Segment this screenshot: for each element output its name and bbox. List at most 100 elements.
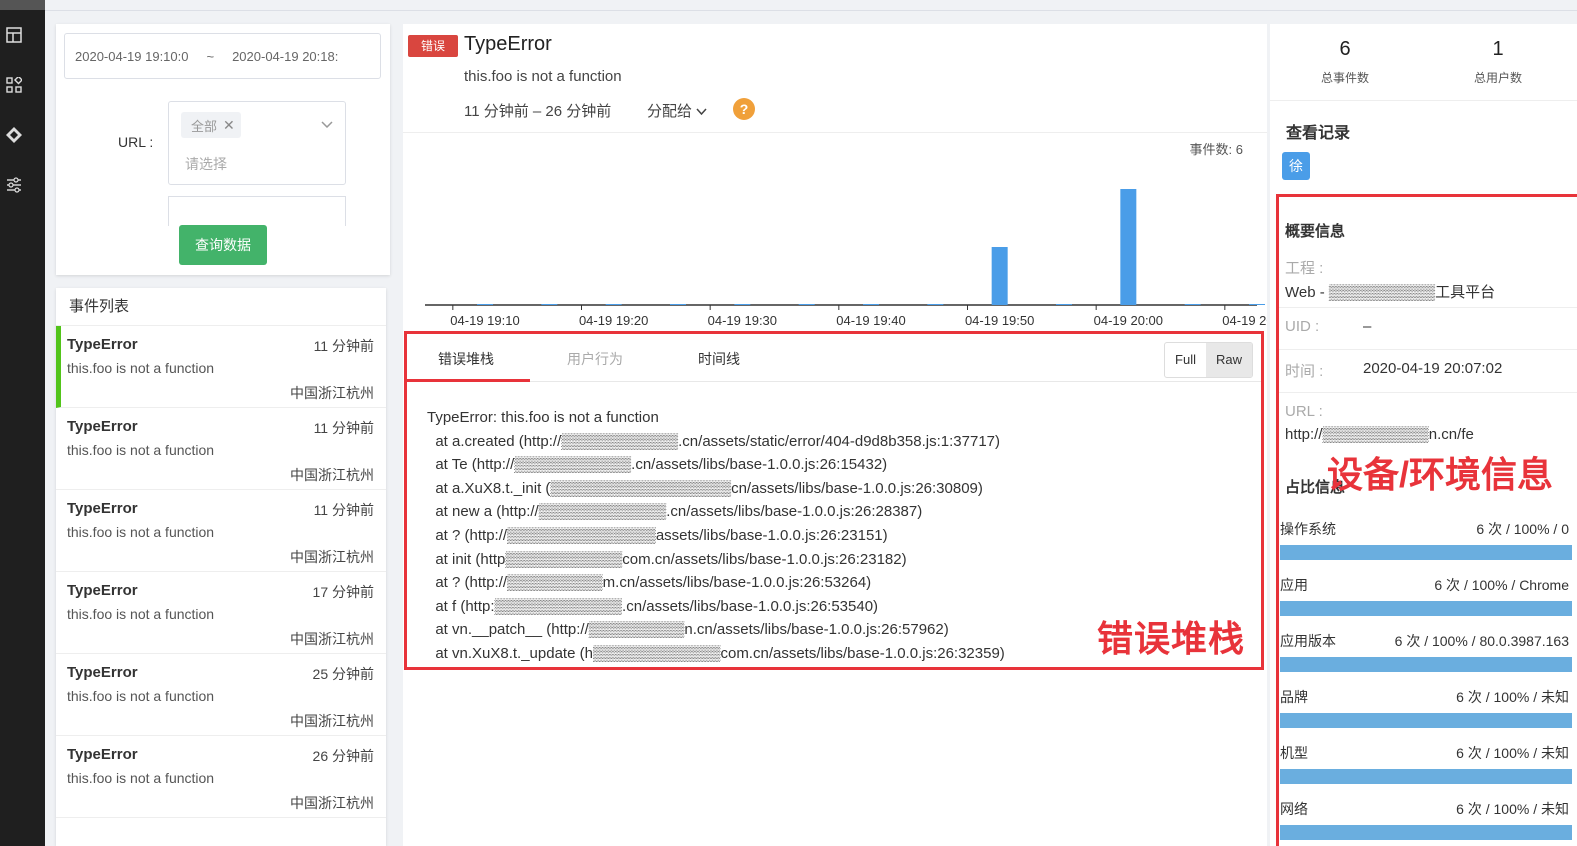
ratio-bar-fill [1280,825,1572,840]
apps-icon[interactable] [4,75,24,95]
list-item[interactable]: TypeError 25 分钟前 this.foo is not a functio… [56,654,386,736]
ratio-bar [1280,769,1572,784]
chart-bar[interactable] [991,247,1008,305]
tab-timeline[interactable]: 时间线 [698,349,740,369]
event-time: 11 分钟前 [313,338,374,354]
event-message: this.foo is not a function [67,688,215,704]
stats-divider [1270,100,1577,101]
chart-bar[interactable] [1120,189,1137,305]
side-nav [0,0,45,846]
chart-bar[interactable] [1249,304,1265,305]
ratio-bar [1280,713,1572,728]
event-location: 中国浙江杭州 [290,713,374,729]
ratio-value: 6 次 / 100% / Chrome [1434,577,1569,593]
project-value: Web - ▒▒▒▒▒▒▒▒▒▒工具平台 [1285,284,1496,301]
divider [1279,392,1577,393]
url-label: URL : [1285,403,1323,420]
view-records-title: 查看记录 [1286,125,1351,142]
summary-title: 概要信息 [1285,223,1346,240]
chevron-down-icon [696,103,707,120]
tab-user-behavior[interactable]: 用户行为 [567,349,623,369]
divider [1279,307,1577,308]
event-title: TypeError [67,582,138,599]
list-item[interactable]: TypeError 26 分钟前 this.foo is not a functio… [56,736,386,818]
chart-bar[interactable] [670,304,686,305]
toggle-raw-button[interactable]: Raw [1205,343,1252,377]
chart-bar[interactable] [927,304,944,305]
chart-bar[interactable] [605,304,622,305]
detail-tabs: 错误堆栈 用户行为 时间线 Full Raw [407,334,1261,382]
event-title: TypeError [67,336,138,353]
event-message: this.foo is not a function [67,442,215,458]
event-location: 中国浙江杭州 [290,631,374,647]
ratio-bar [1280,545,1572,560]
chart-bar[interactable] [541,304,558,305]
event-title: TypeError [67,500,138,517]
list-item[interactable]: TypeError 17 分钟前 this.foo is not a functio… [56,572,386,654]
help-icon[interactable]: ? [733,98,755,120]
event-histogram-chart: 04-19 19:10 04-19 19:20 04-19 19:30 04-19 1… [425,189,1267,328]
header-divider [403,132,1267,133]
diamond-icon[interactable] [4,125,24,145]
event-title: TypeError [67,746,138,763]
event-location: 中国浙江杭州 [290,385,374,401]
total-events-count: 6 [1339,38,1351,60]
ratio-label: 网络 [1280,801,1308,817]
sliders-icon[interactable] [4,175,24,195]
event-location: 中国浙江杭州 [290,549,374,565]
ratio-value: 6 次 / 100% / 未知 [1456,745,1569,761]
chart-bar[interactable] [1184,304,1201,305]
tab-error-stack[interactable]: 错误堆栈 [438,349,494,369]
error-badge: 错误 [408,35,458,57]
ratio-value: 6 次 / 100% / 未知 [1456,689,1569,705]
total-users-count: 1 [1492,38,1504,60]
project-label: 工程 : [1285,260,1324,277]
list-item[interactable]: TypeError 11 分钟前 this.foo is not a functio… [56,408,386,490]
chart-bar[interactable] [1056,304,1072,305]
time-label: 时间 : [1285,363,1324,380]
stack-line: at a.XuX8.t._init (▒▒▒▒▒▒▒▒▒▒▒▒▒▒▒▒▒cn/a… [427,479,983,497]
ratio-bar-fill [1280,769,1572,784]
chart-bar[interactable] [734,304,751,305]
stack-annotation: 错误堆栈 [1097,618,1246,659]
secondary-filter-field[interactable] [168,196,346,226]
list-item[interactable]: TypeError 11 分钟前 this.foo is not a functio… [56,326,386,408]
x-tick-label: 04-19 20:10 [1222,313,1267,328]
x-tick-label: 04-19 19:40 [836,313,905,328]
divider [1279,349,1577,350]
total-events-stat: 6 总事件数 [1270,38,1420,86]
close-icon[interactable]: ✕ [223,117,235,134]
stack-line: at ? (http://▒▒▒▒▒▒▒▒▒▒▒▒▒▒assets/libs/b… [427,526,888,544]
assign-label: 分配给 [647,103,693,120]
chart-bar[interactable] [863,304,879,305]
ratio-bar-fill [1280,713,1572,728]
stack-view-toggle: Full Raw [1164,342,1253,378]
ratio-label: 品牌 [1280,689,1308,705]
list-item[interactable]: TypeError 11 分钟前 this.foo is not a functio… [56,490,386,572]
toggle-full-button[interactable]: Full [1165,343,1206,377]
chart-bar[interactable] [477,304,493,305]
ratio-bar [1280,601,1572,616]
error-title: TypeError [464,33,552,55]
url-filter-label: URL : [118,134,154,150]
url-select[interactable]: 全部 ✕ 请选择 [168,101,346,185]
event-time: 11 分钟前 [313,502,374,518]
ratio-value: 6 次 / 100% / 未知 [1456,801,1569,817]
env-annotation: 设备/环境信息 [1327,454,1554,495]
event-location: 中国浙江杭州 [290,467,374,483]
event-time: 26 分钟前 [312,748,374,764]
stack-line: at ? (http://▒▒▒▒▒▒▒▒▒m.cn/assets/libs/b… [427,574,872,592]
dashboard-icon[interactable] [4,25,24,45]
avatar[interactable]: 徐 [1282,152,1310,180]
error-time-range: 11 分钟前 – 26 分钟前 [464,103,612,120]
stack-line: at f (http:▒▒▒▒▒▒▒▒▒▒▒▒.cn/assets/libs/b… [427,597,879,615]
error-detail-panel: 错误 TypeError this.foo is not a function … [403,24,1267,846]
date-range-picker[interactable]: 2020-04-19 19:10:0 ~ 2020-04-19 20:18: [64,33,381,79]
stack-line: at new a (http://▒▒▒▒▒▒▒▒▒▒▒▒.cn/assets/… [427,503,923,521]
date-start: 2020-04-19 19:10:0 [75,48,189,64]
url-tag-label: 全部 [191,118,218,134]
assign-dropdown[interactable]: 分配给 [647,100,707,121]
chart-bar[interactable] [798,304,815,305]
chevron-down-icon[interactable] [321,116,333,134]
query-data-button[interactable]: 查询数据 [179,225,267,265]
